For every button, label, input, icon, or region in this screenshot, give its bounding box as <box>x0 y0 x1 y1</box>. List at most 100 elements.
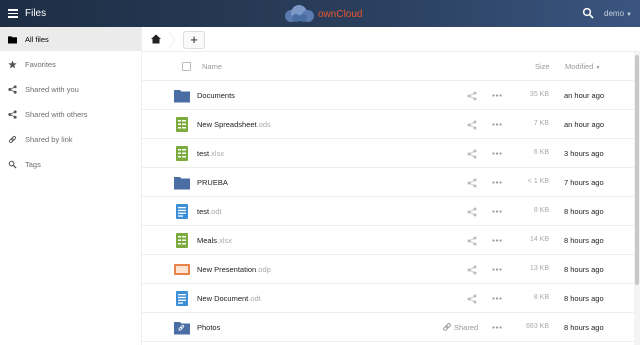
file-extension: .xlsx <box>217 236 233 245</box>
folder-icon <box>174 177 190 190</box>
more-options-icon[interactable] <box>492 181 502 184</box>
sidebar-item-label: All files <box>25 34 49 44</box>
sidebar-item-label: Shared by link <box>25 134 73 144</box>
sidebar-item-all-files[interactable]: All files <box>0 27 141 51</box>
file-name[interactable]: Documents <box>197 91 235 100</box>
sidebar-item-shared-by-link[interactable]: Shared by link <box>0 127 141 151</box>
file-name[interactable]: Meals.xlsx <box>197 236 232 245</box>
file-extension: .ods <box>256 120 271 129</box>
file-extension: .odp <box>256 265 271 274</box>
file-table-header: Name Size Modified ▼ <box>142 52 640 81</box>
shared-folder-icon <box>174 322 190 335</box>
file-size: 6 KB <box>533 149 549 156</box>
more-options-icon[interactable] <box>492 326 502 329</box>
more-options-icon[interactable] <box>492 239 502 242</box>
more-options-icon[interactable] <box>492 268 502 271</box>
breadcrumb-separator-icon <box>168 31 176 49</box>
sidebar-item-label: Favorites <box>25 59 56 69</box>
file-name[interactable]: test.xlsx <box>197 149 224 158</box>
table-row[interactable]: Documents 35 KB an hour ago <box>142 81 640 110</box>
file-modified: 8 hours ago <box>564 236 604 245</box>
table-row[interactable]: New Presentation.odp 13 KB 8 hours ago <box>142 255 640 284</box>
sidebar-item-shared-with-others[interactable]: Shared with others <box>0 102 141 126</box>
file-name[interactable]: New Presentation.odp <box>197 265 271 274</box>
share-icon[interactable] <box>467 265 477 275</box>
select-all-checkbox[interactable] <box>182 62 191 71</box>
share-icon[interactable] <box>467 207 477 217</box>
file-size: < 1 KB <box>527 178 549 185</box>
new-button[interactable]: + <box>183 31 205 49</box>
owncloud-logo[interactable]: ownCloud <box>282 4 362 24</box>
table-row[interactable]: test.xlsx 6 KB 3 hours ago <box>142 139 640 168</box>
table-row[interactable]: New Spreadsheet.ods 7 KB an hour ago <box>142 110 640 139</box>
file-size: 7 KB <box>533 120 549 127</box>
file-basename: Meals <box>197 236 218 245</box>
file-modified: an hour ago <box>564 91 605 100</box>
document-icon <box>176 204 188 219</box>
scrollbar-thumb[interactable] <box>635 55 639 285</box>
file-modified: 3 hours ago <box>564 149 604 158</box>
shared-indicator[interactable]: Shared <box>442 322 478 332</box>
more-options-icon[interactable] <box>492 297 502 300</box>
cloud-logo-icon <box>285 5 314 22</box>
share-icon <box>8 84 17 94</box>
file-modified: an hour ago <box>564 120 605 129</box>
tag-icon <box>8 160 17 169</box>
file-basename: Photos <box>197 323 221 332</box>
sidebar-item-favorites[interactable]: Favorites <box>0 52 141 76</box>
home-icon[interactable] <box>150 33 162 45</box>
search-icon[interactable] <box>582 7 594 19</box>
star-icon <box>8 59 17 68</box>
share-icon[interactable] <box>467 178 477 188</box>
share-icon <box>8 109 17 119</box>
spreadsheet-icon <box>176 117 188 132</box>
table-row[interactable]: PRUEBA < 1 KB 7 hours ago <box>142 168 640 197</box>
share-icon[interactable] <box>467 236 477 246</box>
share-icon[interactable] <box>467 294 477 304</box>
modified-column-header[interactable]: Modified ▼ <box>565 62 600 71</box>
document-icon <box>176 291 188 306</box>
table-row[interactable]: New Document.odt 8 KB 8 hours ago <box>142 284 640 313</box>
more-options-icon[interactable] <box>492 152 502 155</box>
folder-icon <box>174 90 190 103</box>
file-basename: PRUEBA <box>197 178 228 187</box>
sidebar-item-tags[interactable]: Tags <box>0 152 141 176</box>
file-name[interactable]: PRUEBA <box>197 178 228 187</box>
file-basename: New Document <box>197 294 249 303</box>
file-basename: Documents <box>197 91 235 100</box>
file-size: 663 KB <box>526 323 549 330</box>
file-size: 8 KB <box>533 294 549 301</box>
modified-label: Modified <box>565 62 594 71</box>
more-options-icon[interactable] <box>492 123 502 126</box>
more-options-icon[interactable] <box>492 210 502 213</box>
size-column-header[interactable]: Size <box>535 62 550 71</box>
file-name[interactable]: New Document.odt <box>197 294 261 303</box>
table-row[interactable]: Meals.xlsx 14 KB 8 hours ago <box>142 226 640 255</box>
file-name[interactable]: New Spreadsheet.ods <box>197 120 271 129</box>
user-menu[interactable]: demo ▼ <box>604 9 632 18</box>
hamburger-menu-icon[interactable] <box>6 6 20 20</box>
file-modified: 8 hours ago <box>564 323 604 332</box>
share-icon[interactable] <box>467 149 477 159</box>
link-icon <box>8 135 17 143</box>
user-name: demo <box>604 9 625 18</box>
file-basename: New Spreadsheet <box>197 120 257 129</box>
file-modified: 7 hours ago <box>564 178 604 187</box>
more-options-icon[interactable] <box>492 94 502 97</box>
share-icon[interactable] <box>467 120 477 130</box>
sort-down-icon: ▼ <box>595 65 601 71</box>
table-row[interactable]: Photos Shared 663 KB 8 hours ago <box>142 313 640 342</box>
app-title[interactable]: Files <box>25 8 46 19</box>
sidebar-item-label: Tags <box>25 159 41 169</box>
file-name[interactable]: Photos <box>197 323 220 332</box>
name-column-header[interactable]: Name <box>202 62 222 71</box>
file-basename: New Presentation <box>197 265 257 274</box>
controls-bar: + <box>142 27 640 52</box>
file-name[interactable]: test.odt <box>197 207 222 216</box>
share-icon[interactable] <box>467 91 477 101</box>
file-basename: test <box>197 149 210 158</box>
file-size: 14 KB <box>529 236 549 243</box>
table-row[interactable]: test.odt 8 KB 8 hours ago <box>142 197 640 226</box>
sidebar-item-shared-with-you[interactable]: Shared with you <box>0 77 141 101</box>
presentation-icon <box>174 264 190 275</box>
